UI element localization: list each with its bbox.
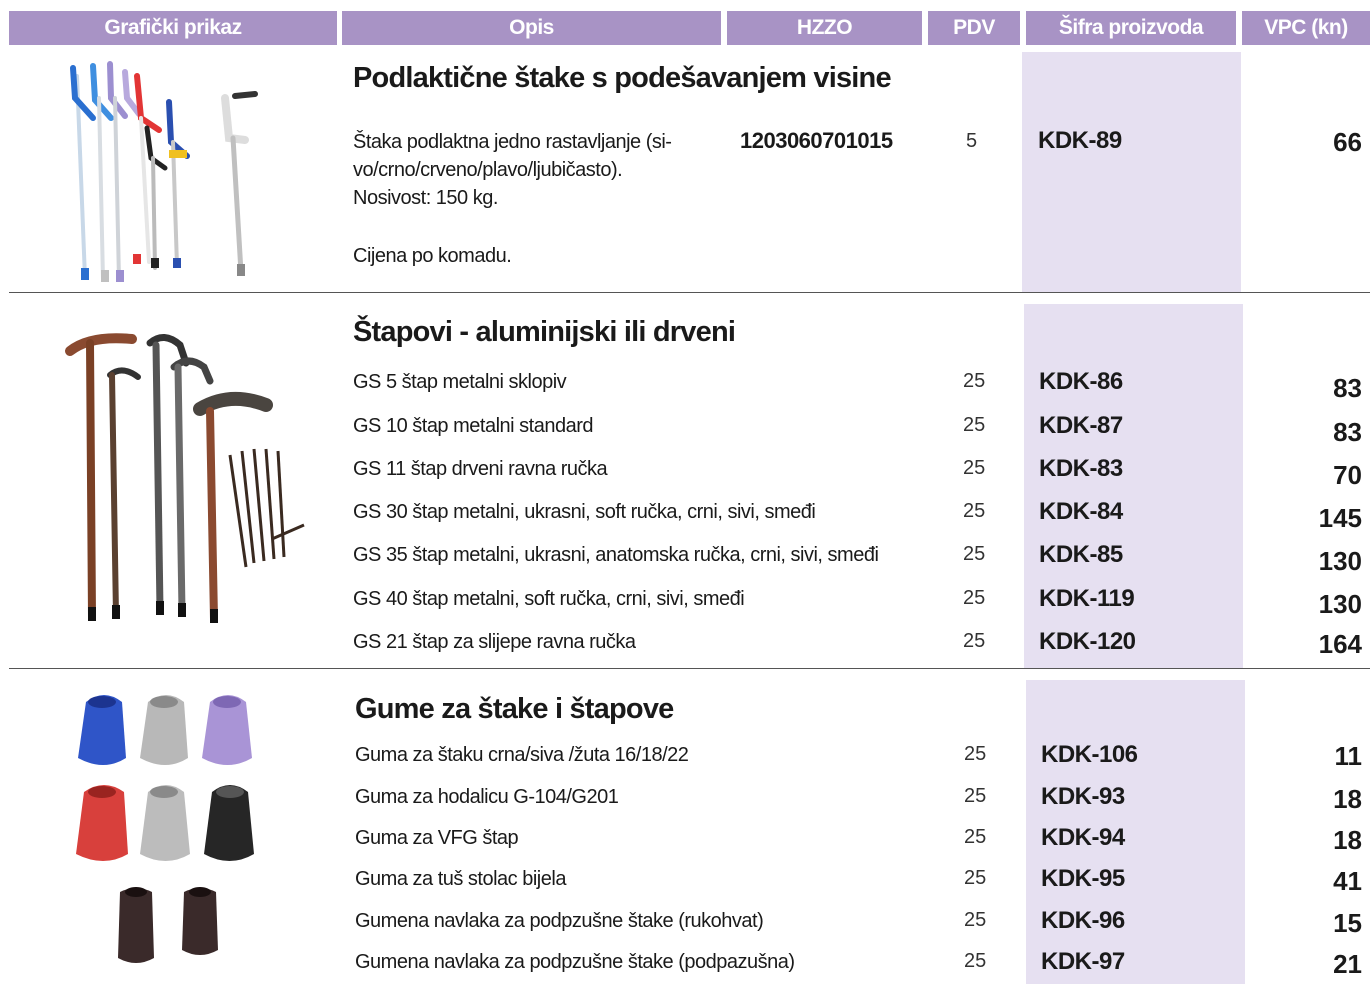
list-item-description: GS 35 štap metalni, ukrasni, anatomska r… xyxy=(353,544,879,566)
product-code: KDK-89 xyxy=(1038,127,1122,154)
pdv-value: 25 xyxy=(963,500,986,522)
product-code: KDK-120 xyxy=(1039,628,1136,655)
product-price: 15 xyxy=(1333,908,1362,938)
pdv-value: 25 xyxy=(963,587,986,609)
crutch-description-line: Štaka podlaktna jedno rastavljanje (si- xyxy=(353,131,672,153)
product-price: 18 xyxy=(1333,784,1362,814)
product-price: 83 xyxy=(1333,417,1362,447)
pdv-value: 25 xyxy=(964,950,987,972)
pdv-value: 25 xyxy=(963,370,986,392)
product-code: KDK-93 xyxy=(1041,783,1125,810)
product-code: KDK-106 xyxy=(1041,741,1138,768)
list-item-description: GS 5 štap metalni sklopiv xyxy=(353,371,567,393)
section-title-tips: Gume za štake i štapove xyxy=(355,693,674,725)
product-price: 70 xyxy=(1333,460,1362,490)
pdv-value: 25 xyxy=(964,743,987,765)
product-code: KDK-86 xyxy=(1039,368,1123,395)
product-code: KDK-119 xyxy=(1039,585,1135,612)
pdv-value: 25 xyxy=(964,867,987,889)
list-item-description: Gumena navlaka za podpzušne štake (rukoh… xyxy=(355,910,764,932)
rubber-tips-image xyxy=(76,695,254,963)
product-price: 18 xyxy=(1333,825,1362,855)
list-item-description: Guma za tuš stolac bijela xyxy=(355,868,566,890)
crutch-price-note: Cijena po komadu. xyxy=(353,245,512,267)
product-code: KDK-95 xyxy=(1041,865,1125,892)
product-code: KDK-97 xyxy=(1041,948,1125,975)
list-item-description: Guma za štaku crna/siva /žuta 16/18/22 xyxy=(355,744,689,766)
pdv-value: 25 xyxy=(963,457,986,479)
pdv-value: 25 xyxy=(963,414,986,436)
pdv-value: 25 xyxy=(963,543,986,565)
header-code: Šifra proizvoda xyxy=(1026,11,1236,45)
pdv-value: 25 xyxy=(964,785,987,807)
list-item-description: GS 40 štap metalni, soft ručka, crni, si… xyxy=(353,588,745,610)
header-description: Opis xyxy=(342,11,721,45)
list-item-description: Guma za hodalicu G-104/G201 xyxy=(355,786,619,808)
header-hzzo: HZZO xyxy=(727,11,922,45)
pdv-value: 25 xyxy=(964,909,987,931)
product-price: 145 xyxy=(1318,503,1362,533)
walking-sticks-image xyxy=(60,325,318,635)
pdv-value: 5 xyxy=(966,130,978,152)
product-code: KDK-94 xyxy=(1041,824,1125,851)
product-price: 21 xyxy=(1333,949,1362,979)
hzzo-code: 1203060701015 xyxy=(740,128,893,153)
section-title-crutches: Podlaktične štake s podešavanjem visine xyxy=(353,62,892,94)
list-item-description: GS 11 štap drveni ravna ručka xyxy=(353,458,608,480)
product-price: 130 xyxy=(1318,589,1362,619)
crutches-image xyxy=(70,61,258,282)
header-graphic: Grafički prikaz xyxy=(9,11,337,45)
section-title-sticks: Štapovi - aluminijski ili drveni xyxy=(353,316,736,348)
pdv-value: 25 xyxy=(964,826,987,848)
product-price: 66 xyxy=(1333,127,1362,157)
header-price: VPC (kn) xyxy=(1242,11,1370,45)
code-column-shade xyxy=(1024,304,1243,668)
product-code: KDK-84 xyxy=(1039,498,1123,525)
list-item-description: GS 10 štap metalni standard xyxy=(353,415,593,437)
section-divider xyxy=(9,668,1370,669)
product-price: 83 xyxy=(1333,373,1362,403)
crutch-description-line: Nosivost: 150 kg. xyxy=(353,187,498,209)
product-price: 164 xyxy=(1318,629,1362,659)
product-code: KDK-83 xyxy=(1039,455,1123,482)
product-code: KDK-96 xyxy=(1041,907,1125,934)
header-pdv: PDV xyxy=(928,11,1020,45)
list-item-description: GS 30 štap metalni, ukrasni, soft ručka,… xyxy=(353,501,816,523)
section-divider xyxy=(9,292,1370,293)
product-price: 41 xyxy=(1333,866,1362,896)
product-price: 130 xyxy=(1318,546,1362,576)
code-column-shade xyxy=(1022,52,1241,292)
list-item-description: Guma za VFG štap xyxy=(355,827,519,849)
product-code: KDK-85 xyxy=(1039,541,1123,568)
crutch-description-line: vo/crno/crveno/plavo/ljubičasto). xyxy=(353,159,623,181)
pdv-value: 25 xyxy=(963,630,986,652)
product-price: 11 xyxy=(1334,741,1363,771)
list-item-description: Gumena navlaka za podpzušne štake (podpa… xyxy=(355,951,795,973)
list-item-description: GS 21 štap za slijepe ravna ručka xyxy=(353,631,636,653)
product-code: KDK-87 xyxy=(1039,412,1123,439)
